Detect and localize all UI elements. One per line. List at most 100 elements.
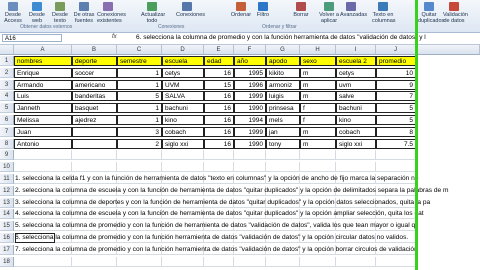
table-cell[interactable]: basquet (72, 103, 117, 114)
table-cell[interactable]: 1990 (234, 138, 266, 149)
table-cell[interactable] (72, 138, 117, 149)
table-cell[interactable]: 1999 (234, 126, 266, 137)
ribbon-button[interactable]: Desde web (26, 2, 48, 24)
row-header[interactable]: 12 (0, 185, 14, 196)
table-cell[interactable]: cobach (336, 126, 376, 137)
table-cell[interactable]: tony (266, 138, 300, 149)
table-cell[interactable]: kino (336, 115, 376, 125)
table-header-cell[interactable]: promedio (376, 56, 416, 66)
table-cell[interactable]: UVM (162, 79, 204, 90)
table-cell[interactable]: 3 (117, 126, 162, 137)
table-cell[interactable]: bachuni (162, 103, 204, 114)
table-cell[interactable] (117, 150, 162, 161)
table-cell[interactable]: Armando (14, 79, 72, 90)
table-cell[interactable]: armoniz (266, 79, 300, 90)
table-cell[interactable]: kikito (266, 67, 300, 78)
table-cell[interactable]: bachuni (336, 103, 376, 114)
row-header[interactable]: 5 (0, 103, 14, 114)
table-cell[interactable]: f (300, 103, 336, 114)
column-header[interactable]: G (266, 45, 300, 55)
table-cell[interactable] (14, 162, 72, 173)
row-header[interactable]: 17 (0, 244, 14, 255)
table-cell[interactable]: cetys (336, 67, 376, 78)
ribbon-button[interactable]: Borrar (290, 2, 312, 18)
table-cell[interactable]: m (300, 126, 336, 137)
ribbon-button[interactable]: Conexiones (176, 2, 205, 18)
table-cell[interactable] (376, 256, 416, 267)
ribbon-button[interactable]: Texto en columnas (372, 2, 396, 24)
row-header[interactable]: 14 (0, 209, 14, 220)
table-cell[interactable] (300, 150, 336, 161)
table-cell[interactable] (72, 150, 117, 161)
table-header-cell[interactable]: semestre (117, 56, 162, 66)
formula-input[interactable]: 6. selecciona la columna de promedio y c… (136, 34, 480, 42)
row-header[interactable]: 11 (0, 174, 14, 184)
table-cell[interactable] (234, 162, 266, 173)
row-header[interactable]: 7 (0, 126, 14, 137)
table-cell[interactable] (72, 126, 117, 137)
row-header[interactable]: 8 (0, 138, 14, 149)
table-cell[interactable] (266, 256, 300, 267)
table-cell[interactable]: 1 (117, 103, 162, 114)
table-cell[interactable]: cetys (162, 67, 204, 78)
table-cell[interactable]: 10 (376, 67, 416, 78)
name-box[interactable]: A16 (2, 34, 62, 42)
table-cell[interactable] (204, 256, 234, 267)
column-header[interactable] (416, 45, 480, 55)
row-header[interactable]: 9 (0, 150, 14, 161)
table-cell[interactable]: Melissa (14, 115, 72, 125)
table-cell[interactable]: americano (72, 79, 117, 90)
row-header[interactable]: 18 (0, 256, 14, 267)
table-cell[interactable]: siglo xxi (162, 138, 204, 149)
column-header[interactable]: C (117, 45, 162, 55)
table-cell[interactable]: Enrique (14, 67, 72, 78)
column-header[interactable]: B (72, 45, 117, 55)
table-cell[interactable]: 8 (376, 126, 416, 137)
table-cell[interactable]: 16 (204, 138, 234, 149)
ribbon-button[interactable]: Quitar duplicados (418, 2, 444, 24)
column-header[interactable]: D (162, 45, 204, 55)
table-cell[interactable] (117, 162, 162, 173)
table-cell[interactable] (376, 162, 416, 173)
column-header[interactable]: I (336, 45, 376, 55)
table-cell[interactable]: m (300, 79, 336, 90)
table-cell[interactable]: 5 (376, 103, 416, 114)
ribbon-button[interactable]: Validación de datos (443, 2, 468, 24)
table-cell[interactable] (234, 256, 266, 267)
table-cell[interactable]: m (300, 67, 336, 78)
table-cell[interactable]: SALVA (162, 91, 204, 102)
row-header[interactable]: 6 (0, 115, 14, 125)
row-header[interactable]: 4 (0, 91, 14, 102)
table-cell[interactable]: 1996 (234, 79, 266, 90)
table-cell[interactable]: salve (336, 91, 376, 102)
table-cell[interactable]: f (300, 115, 336, 125)
table-cell[interactable] (162, 162, 204, 173)
table-cell[interactable]: 5 (117, 91, 162, 102)
table-cell[interactable] (234, 150, 266, 161)
table-cell[interactable] (266, 150, 300, 161)
table-cell[interactable] (72, 256, 117, 267)
row-header[interactable]: 15 (0, 221, 14, 232)
column-header[interactable]: H (300, 45, 336, 55)
table-cell[interactable]: soccer (72, 67, 117, 78)
ribbon-button[interactable]: De otras fuentes (73, 2, 95, 24)
table-cell[interactable] (336, 162, 376, 173)
row-header[interactable]: 16 (0, 233, 14, 243)
table-cell[interactable] (376, 150, 416, 161)
table-cell[interactable] (14, 256, 72, 267)
table-cell[interactable] (336, 150, 376, 161)
table-cell[interactable]: Juan (14, 126, 72, 137)
table-cell[interactable]: m (300, 91, 336, 102)
ribbon-button[interactable]: Desde texto (49, 2, 71, 24)
table-cell[interactable]: Janneth (14, 103, 72, 114)
table-cell[interactable]: banderitas (72, 91, 117, 102)
table-cell[interactable] (72, 162, 117, 173)
select-all-corner[interactable] (0, 45, 14, 55)
table-cell[interactable]: 16 (204, 91, 234, 102)
table-cell[interactable]: 9 (376, 79, 416, 90)
table-cell[interactable]: 1 (117, 67, 162, 78)
table-cell[interactable]: jan (266, 126, 300, 137)
table-cell[interactable]: 1 (117, 115, 162, 125)
table-header-cell[interactable]: nombres (14, 56, 72, 66)
table-cell[interactable]: m (300, 138, 336, 149)
